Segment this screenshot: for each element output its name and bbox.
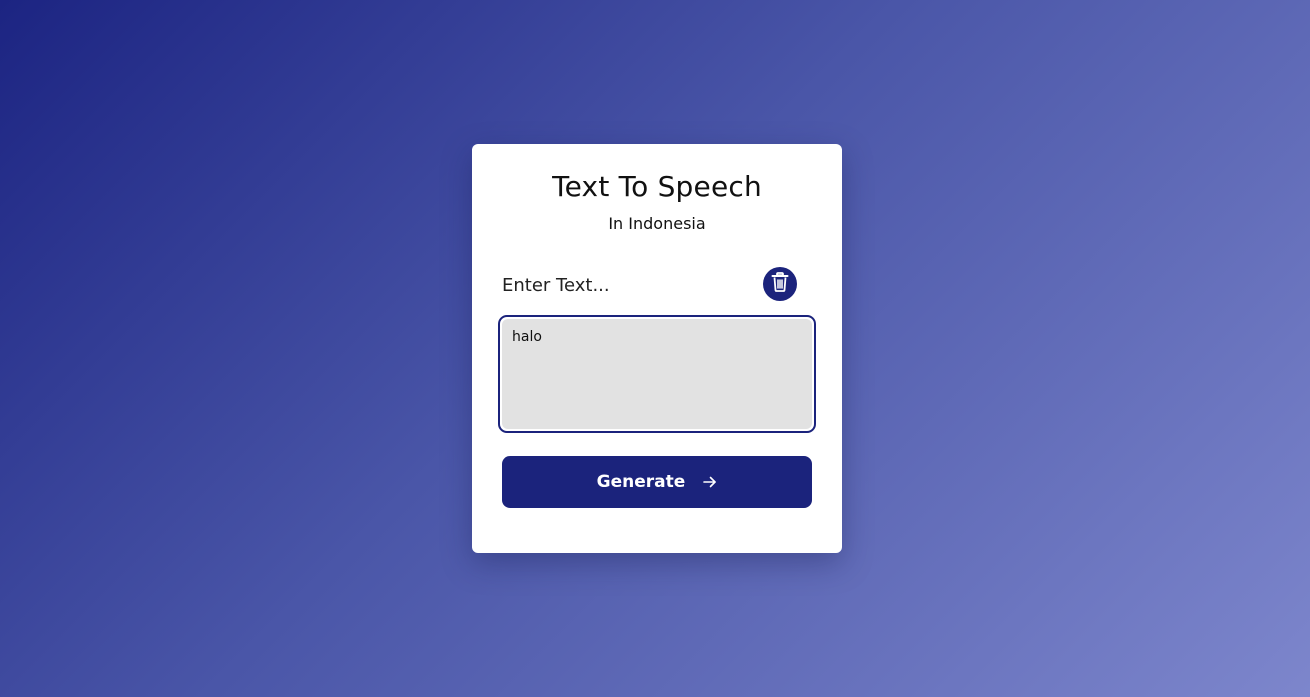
tts-card: Text To Speech In Indonesia Enter Text..… bbox=[472, 144, 842, 553]
page-subtitle: In Indonesia bbox=[608, 214, 706, 233]
text-input-frame: halo bbox=[498, 315, 816, 433]
generate-button[interactable]: Generate bbox=[502, 456, 812, 508]
generate-button-label: Generate bbox=[596, 472, 686, 492]
trash-icon bbox=[771, 272, 789, 296]
clear-text-button[interactable] bbox=[763, 267, 797, 301]
page-title: Text To Speech bbox=[552, 170, 762, 203]
input-label: Enter Text... bbox=[502, 275, 610, 296]
text-input[interactable]: halo bbox=[502, 319, 812, 429]
arrow-right-icon bbox=[703, 476, 717, 488]
